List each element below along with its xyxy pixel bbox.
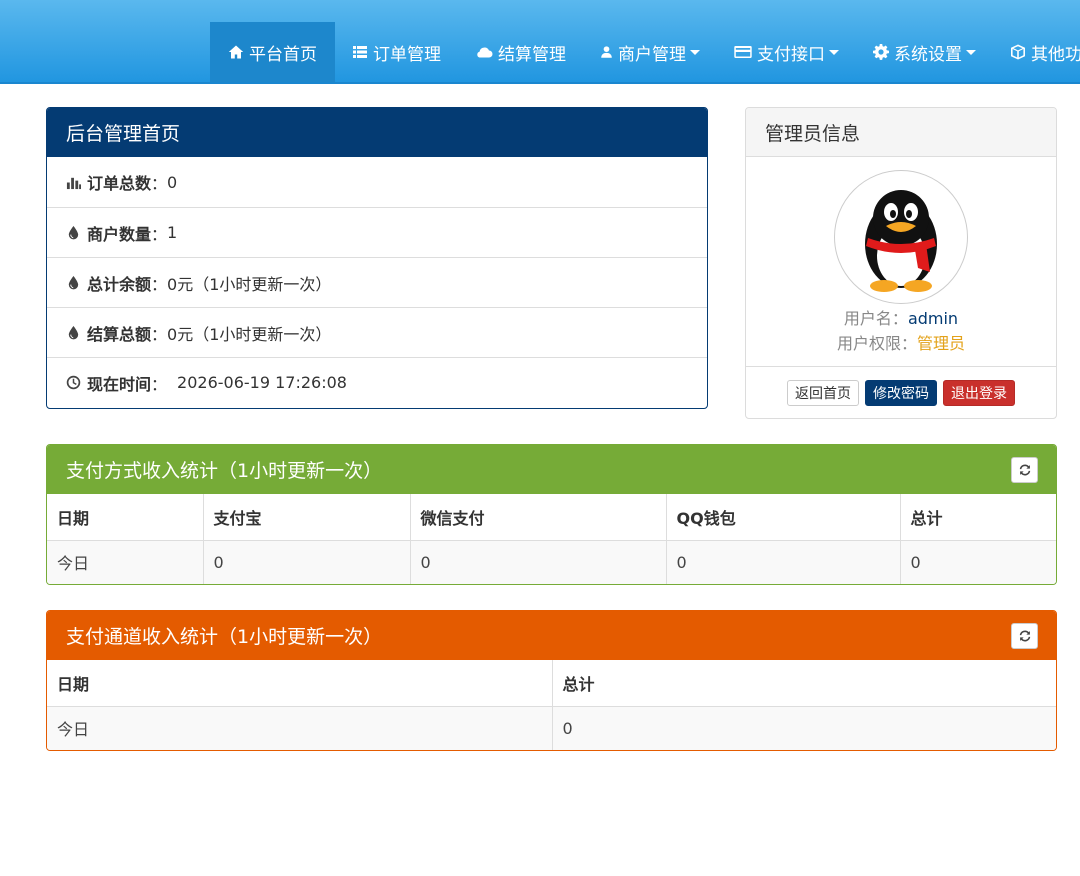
chevron-down-icon: [690, 49, 700, 55]
nav-item-label: 结算管理: [498, 44, 566, 65]
pay-channel-stats-panel: 支付通道收入统计（1小时更新一次） 日期 总计 今日 0: [46, 610, 1057, 751]
refresh-icon: [1019, 630, 1030, 641]
pay-method-stats-panel: 支付方式收入统计（1小时更新一次） 日期 支付宝 微信支付 QQ钱包 总计 今日…: [46, 444, 1057, 585]
list-item-value: 0元（1小时更新一次）: [167, 274, 332, 294]
list-item-sep: ：: [151, 174, 168, 193]
column-header: 日期: [47, 494, 204, 541]
table-cell: 0: [900, 540, 1056, 584]
nav-item-settlement[interactable]: 结算管理: [458, 22, 583, 82]
column-header: 总计: [900, 494, 1056, 541]
gear-icon: [873, 44, 889, 60]
table-header-row: 日期 总计: [47, 660, 1056, 707]
pay-method-stats-header: 支付方式收入统计（1小时更新一次）: [47, 445, 1056, 494]
list-item-label: 总计余额: [87, 274, 152, 294]
pay-channel-stats-title: 支付通道收入统计（1小时更新一次）: [66, 626, 383, 648]
nav-item-label: 平台首页: [249, 44, 317, 65]
nav-item-label: 其他功能: [1031, 44, 1080, 65]
table-header-row: 日期 支付宝 微信支付 QQ钱包 总计: [47, 494, 1056, 541]
admin-info-panel: 管理员信息 用户名：admin 用户权限：管理员 返回首页 修改密码 退出登录: [745, 107, 1057, 419]
list-item-sep: ：: [151, 324, 168, 344]
nav-list: 平台首页 订单管理 结算管理 商户管理 支付接口 系统设置 其他功能: [210, 22, 1080, 82]
credit-card-icon: [734, 46, 752, 58]
list-item-label: 结算总额: [87, 324, 152, 344]
list-item-current-time: 现在时间 ： 2026-06-19 17:26:08: [47, 357, 707, 407]
nav-item-home[interactable]: 平台首页: [210, 22, 335, 82]
pay-channel-table: 日期 总计 今日 0: [47, 660, 1056, 750]
list-item-sep: ：: [151, 374, 168, 394]
list-item-label: 商户数量: [87, 224, 152, 244]
home-icon: [228, 45, 244, 59]
cloud-icon: [477, 47, 493, 58]
logout-button[interactable]: 退出登录: [943, 380, 1015, 406]
refresh-button[interactable]: [1011, 456, 1038, 483]
nav-item-label: 订单管理: [373, 44, 441, 65]
user-icon: [601, 46, 612, 58]
list-icon: [353, 46, 367, 58]
username-label: 用户名：: [843, 309, 908, 328]
back-home-button[interactable]: 返回首页: [787, 380, 859, 406]
refresh-button[interactable]: [1011, 622, 1038, 649]
droplet-icon: [68, 225, 79, 240]
nav-item-orders[interactable]: 订单管理: [335, 22, 458, 82]
overview-list: 订单总数 ： 0 商户数量 ： 1 总计余额 ： 0元（1小时更新一次） 结算总…: [47, 157, 707, 407]
refresh-icon: [1019, 464, 1030, 475]
table-cell: 0: [552, 706, 1056, 750]
column-header: 日期: [47, 660, 553, 707]
role-line: 用户权限：管理员: [746, 331, 1056, 356]
role-value: 管理员: [917, 334, 966, 353]
admin-panel-title: 管理员信息: [746, 108, 1056, 157]
table-cell: 今日: [47, 706, 553, 750]
list-item-value: 0: [167, 172, 178, 192]
column-header: 支付宝: [203, 494, 411, 541]
table-row: 今日 0: [47, 706, 1056, 750]
username-line: 用户名：admin: [746, 306, 1056, 331]
table-cell: 0: [666, 540, 901, 584]
penguin-avatar-icon: [865, 190, 937, 292]
avatar: [834, 170, 968, 304]
role-label: 用户权限：: [836, 334, 917, 353]
nav-item-label: 系统设置: [894, 44, 962, 65]
change-password-button[interactable]: 修改密码: [865, 380, 937, 406]
list-item-sep: ：: [151, 274, 168, 294]
nav-item-label: 支付接口: [757, 44, 825, 65]
cube-icon: [1011, 44, 1025, 60]
nav-item-system-settings[interactable]: 系统设置: [856, 22, 993, 82]
overview-panel-title: 后台管理首页: [47, 108, 707, 157]
column-header: 总计: [552, 660, 1056, 707]
nav-item-merchants[interactable]: 商户管理: [583, 22, 717, 82]
admin-actions: 返回首页 修改密码 退出登录: [746, 367, 1056, 418]
chevron-down-icon: [966, 49, 976, 55]
list-item-sep: ：: [151, 224, 168, 244]
list-item-total-balance: 总计余额 ： 0元（1小时更新一次）: [47, 257, 707, 307]
nav-item-payment-api[interactable]: 支付接口: [717, 22, 856, 82]
list-item-value: 2026-06-19 17:26:08: [177, 373, 347, 392]
droplet-icon: [68, 325, 79, 340]
list-item-value: 0元（1小时更新一次）: [167, 324, 332, 344]
table-row: 今日 0 0 0 0: [47, 540, 1056, 584]
list-item-order-count: 订单总数 ： 0: [47, 157, 707, 207]
pay-method-table: 日期 支付宝 微信支付 QQ钱包 总计 今日 0 0 0 0: [47, 494, 1056, 584]
admin-info-body: 用户名：admin 用户权限：管理员: [746, 157, 1056, 367]
list-item-settlement-total: 结算总额 ： 0元（1小时更新一次）: [47, 307, 707, 357]
pay-channel-stats-header: 支付通道收入统计（1小时更新一次）: [47, 611, 1056, 660]
top-navbar: 平台首页 订单管理 结算管理 商户管理 支付接口 系统设置 其他功能: [0, 0, 1080, 84]
bar-chart-icon: [66, 177, 81, 189]
table-cell: 0: [410, 540, 667, 584]
column-header: 微信支付: [410, 494, 667, 541]
list-item-value: 1: [167, 223, 178, 242]
list-item-merchant-count: 商户数量 ： 1: [47, 207, 707, 257]
username-value: admin: [907, 309, 959, 328]
column-header: QQ钱包: [666, 494, 901, 541]
table-cell: 0: [203, 540, 411, 584]
nav-item-other[interactable]: 其他功能: [993, 22, 1080, 82]
list-item-label: 订单总数: [87, 174, 152, 193]
droplet-icon: [68, 275, 79, 290]
table-cell: 今日: [47, 540, 204, 584]
list-item-label: 现在时间: [87, 374, 152, 394]
chevron-down-icon: [829, 49, 839, 55]
overview-panel: 后台管理首页 订单总数 ： 0 商户数量 ： 1 总计余额 ： 0元（1小时更新…: [46, 107, 708, 409]
pay-method-stats-title: 支付方式收入统计（1小时更新一次）: [66, 460, 383, 482]
clock-icon: [66, 375, 81, 390]
nav-item-label: 商户管理: [618, 44, 686, 65]
